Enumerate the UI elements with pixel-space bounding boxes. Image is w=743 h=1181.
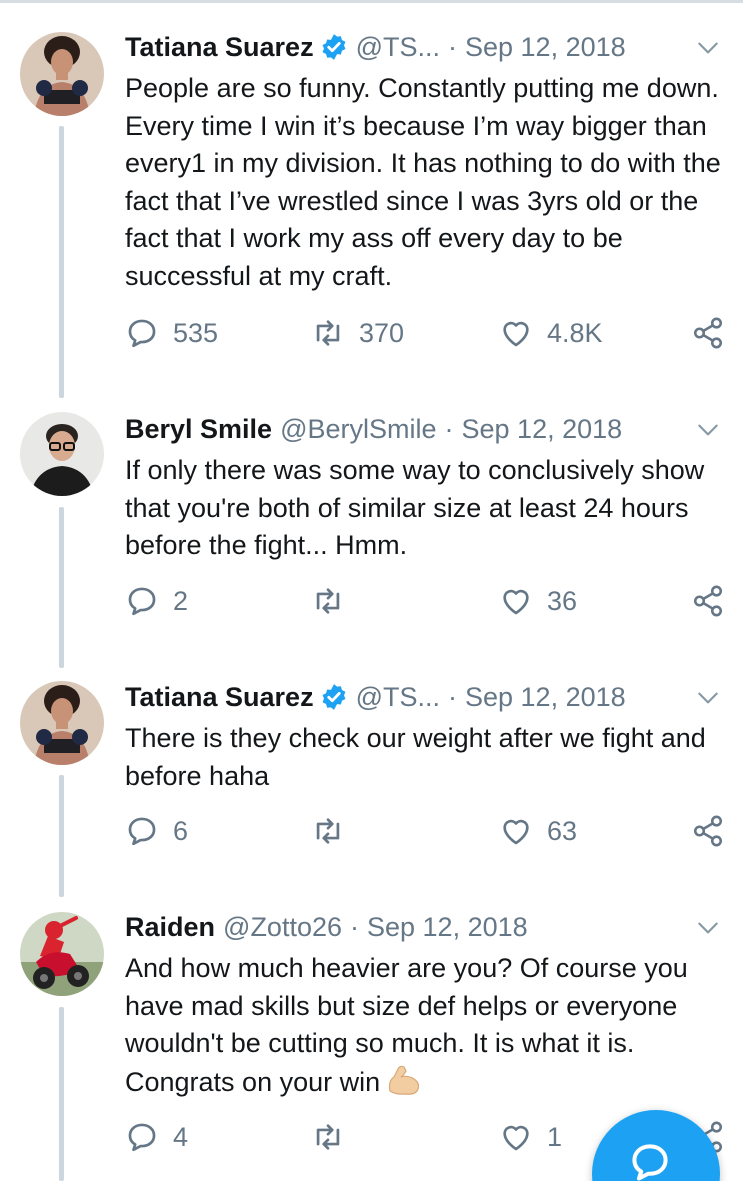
author-name[interactable]: Tatiana Suarez <box>125 682 314 713</box>
like-count: 4.8K <box>547 317 603 348</box>
tweet-date[interactable]: Sep 12, 2018 <box>465 32 626 63</box>
like-count: 63 <box>547 815 578 846</box>
tweet-date[interactable]: Sep 12, 2018 <box>462 414 623 445</box>
share-icon <box>693 585 723 617</box>
heart-icon <box>503 321 529 347</box>
avatar[interactable] <box>20 912 104 996</box>
thread-connector <box>59 507 64 668</box>
tweet-actions: 6 63 <box>125 814 725 854</box>
chevron-down-icon[interactable] <box>695 417 721 443</box>
reply-bubble-icon <box>128 319 156 348</box>
tweet-text: If only there was some way to conclusive… <box>125 455 705 560</box>
tweet-header: Raiden @Zotto26 · Sep 12, 2018 <box>125 907 723 947</box>
man-avatar-image <box>20 412 104 496</box>
retweet-button[interactable]: 370 <box>311 316 404 350</box>
tweet-actions: 2 36 <box>125 584 725 624</box>
reply-button[interactable]: 6 <box>125 814 188 848</box>
reply-button[interactable]: 2 <box>125 584 188 618</box>
reply-count: 6 <box>173 815 189 846</box>
tweet-thread: Tatiana Suarez @TS... · Sep 12, 2018 Peo… <box>0 0 743 1181</box>
retweet-button[interactable] <box>311 584 345 618</box>
tweet-text: And how much heavier are you? Of course … <box>125 950 723 1101</box>
reply-count: 4 <box>173 1121 189 1152</box>
heart-icon <box>503 589 529 615</box>
retweet-button[interactable] <box>311 1120 345 1154</box>
author-handle[interactable]: @TS... <box>356 682 440 713</box>
racer-avatar-image <box>20 912 104 996</box>
flexed-biceps-emoji-icon <box>384 1063 424 1097</box>
author-handle[interactable]: @BerylSmile <box>280 414 436 445</box>
retweet-icon <box>316 320 340 346</box>
tweet-date[interactable]: Sep 12, 2018 <box>465 682 626 713</box>
retweet-icon <box>316 1124 340 1150</box>
tweet-text: People are so funny. Constantly putting … <box>125 73 721 291</box>
retweet-count: 370 <box>359 317 405 348</box>
like-button[interactable]: 63 <box>499 814 577 848</box>
reply-count: 535 <box>173 317 219 348</box>
heart-icon <box>503 819 529 845</box>
thread-connector <box>59 126 64 398</box>
retweet-button[interactable] <box>311 814 345 848</box>
tweet-actions: 535 370 4.8K <box>125 316 725 356</box>
avatar[interactable] <box>20 32 104 116</box>
author-handle[interactable]: @TS... <box>356 32 440 63</box>
avatar[interactable] <box>20 681 104 765</box>
like-count: 36 <box>547 585 578 616</box>
author-handle[interactable]: @Zotto26 <box>223 912 342 943</box>
chevron-down-icon[interactable] <box>695 685 721 711</box>
heart-icon <box>503 1125 529 1151</box>
share-button[interactable] <box>691 814 725 848</box>
author-name[interactable]: Tatiana Suarez <box>125 32 314 63</box>
share-icon <box>693 317 723 349</box>
retweet-icon <box>316 818 340 844</box>
like-button[interactable]: 4.8K <box>499 316 603 350</box>
share-button[interactable] <box>691 584 725 618</box>
reply-bubble-icon <box>128 817 156 846</box>
like-button[interactable]: 36 <box>499 584 577 618</box>
verified-badge-icon <box>320 683 348 711</box>
fighter-avatar-image <box>20 32 104 116</box>
reply-count: 2 <box>173 585 189 616</box>
reply-button[interactable]: 4 <box>125 1120 188 1154</box>
chevron-down-icon[interactable] <box>695 915 721 941</box>
separator-dot: · <box>444 413 454 444</box>
reply-button[interactable]: 535 <box>125 316 218 350</box>
separator-dot: · <box>448 31 457 62</box>
like-count: 1 <box>547 1121 563 1152</box>
thread-connector <box>59 775 64 897</box>
author-name[interactable]: Beryl Smile <box>125 414 272 445</box>
share-icon <box>693 815 723 847</box>
share-button[interactable] <box>691 316 725 350</box>
verified-badge-icon <box>320 33 348 61</box>
avatar[interactable] <box>20 412 104 496</box>
reply-bubble-icon <box>128 587 156 616</box>
chevron-down-icon[interactable] <box>695 35 721 61</box>
like-button[interactable]: 1 <box>499 1120 562 1154</box>
thread-connector <box>59 1007 64 1181</box>
tweet-text: There is they check our weight after we … <box>125 723 706 791</box>
tweet-header: Tatiana Suarez @TS... · Sep 12, 2018 <box>125 677 723 717</box>
fighter-avatar-image <box>20 681 104 765</box>
separator-dot: · <box>350 911 359 942</box>
retweet-icon <box>316 588 340 614</box>
compose-reply-icon <box>632 1144 668 1181</box>
author-name[interactable]: Raiden <box>125 912 215 943</box>
tweet-header: Beryl Smile @BerylSmile · Sep 12, 2018 <box>125 409 723 449</box>
reply-bubble-icon <box>128 1123 156 1152</box>
separator-dot: · <box>448 681 457 712</box>
tweet-header: Tatiana Suarez @TS... · Sep 12, 2018 <box>125 27 723 67</box>
tweet-date[interactable]: Sep 12, 2018 <box>367 912 528 943</box>
